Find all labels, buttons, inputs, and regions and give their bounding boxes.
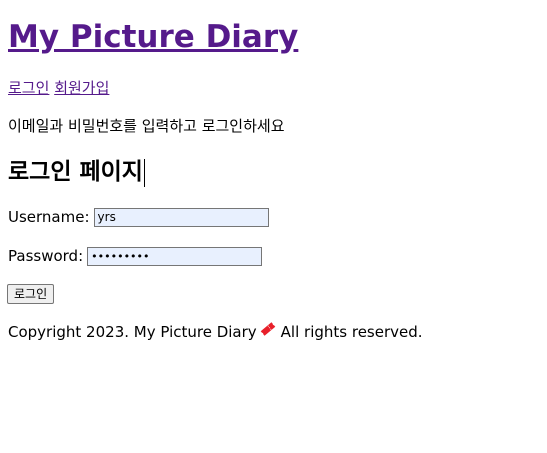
username-label: Username: bbox=[8, 208, 90, 226]
login-link[interactable]: 로그인 bbox=[8, 79, 49, 97]
signup-link[interactable]: 회원가입 bbox=[54, 79, 109, 97]
password-label: Password: bbox=[8, 247, 84, 265]
password-row: Password: ••••••••• bbox=[8, 246, 263, 266]
login-button[interactable]: 로그인 bbox=[7, 284, 55, 304]
username-row: Username: yrs bbox=[8, 207, 269, 227]
username-input[interactable]: yrs bbox=[93, 207, 269, 227]
password-input[interactable]: ••••••••• bbox=[87, 246, 263, 266]
page-heading: 로그인 페이지 bbox=[8, 157, 145, 187]
site-title: My Picture Diary bbox=[8, 17, 298, 57]
nav-links: 로그인 회원가입 bbox=[8, 78, 109, 98]
ticket-icon bbox=[259, 321, 277, 342]
page-heading-text: 로그인 페이지 bbox=[8, 159, 143, 185]
site-title-link[interactable]: My Picture Diary bbox=[8, 19, 298, 55]
page: My Picture Diary 로그인 회원가입 이메일과 비밀번호를 입력하… bbox=[0, 0, 547, 453]
login-instruction: 이메일과 비밀번호를 입력하고 로그인하세요 bbox=[8, 117, 285, 135]
footer-copyright: Copyright 2023. My Picture Diary bbox=[8, 322, 257, 341]
text-caret bbox=[143, 158, 145, 187]
footer-rights: All rights reserved. bbox=[280, 322, 423, 341]
footer: Copyright 2023. My Picture Diary All rig… bbox=[8, 321, 423, 342]
